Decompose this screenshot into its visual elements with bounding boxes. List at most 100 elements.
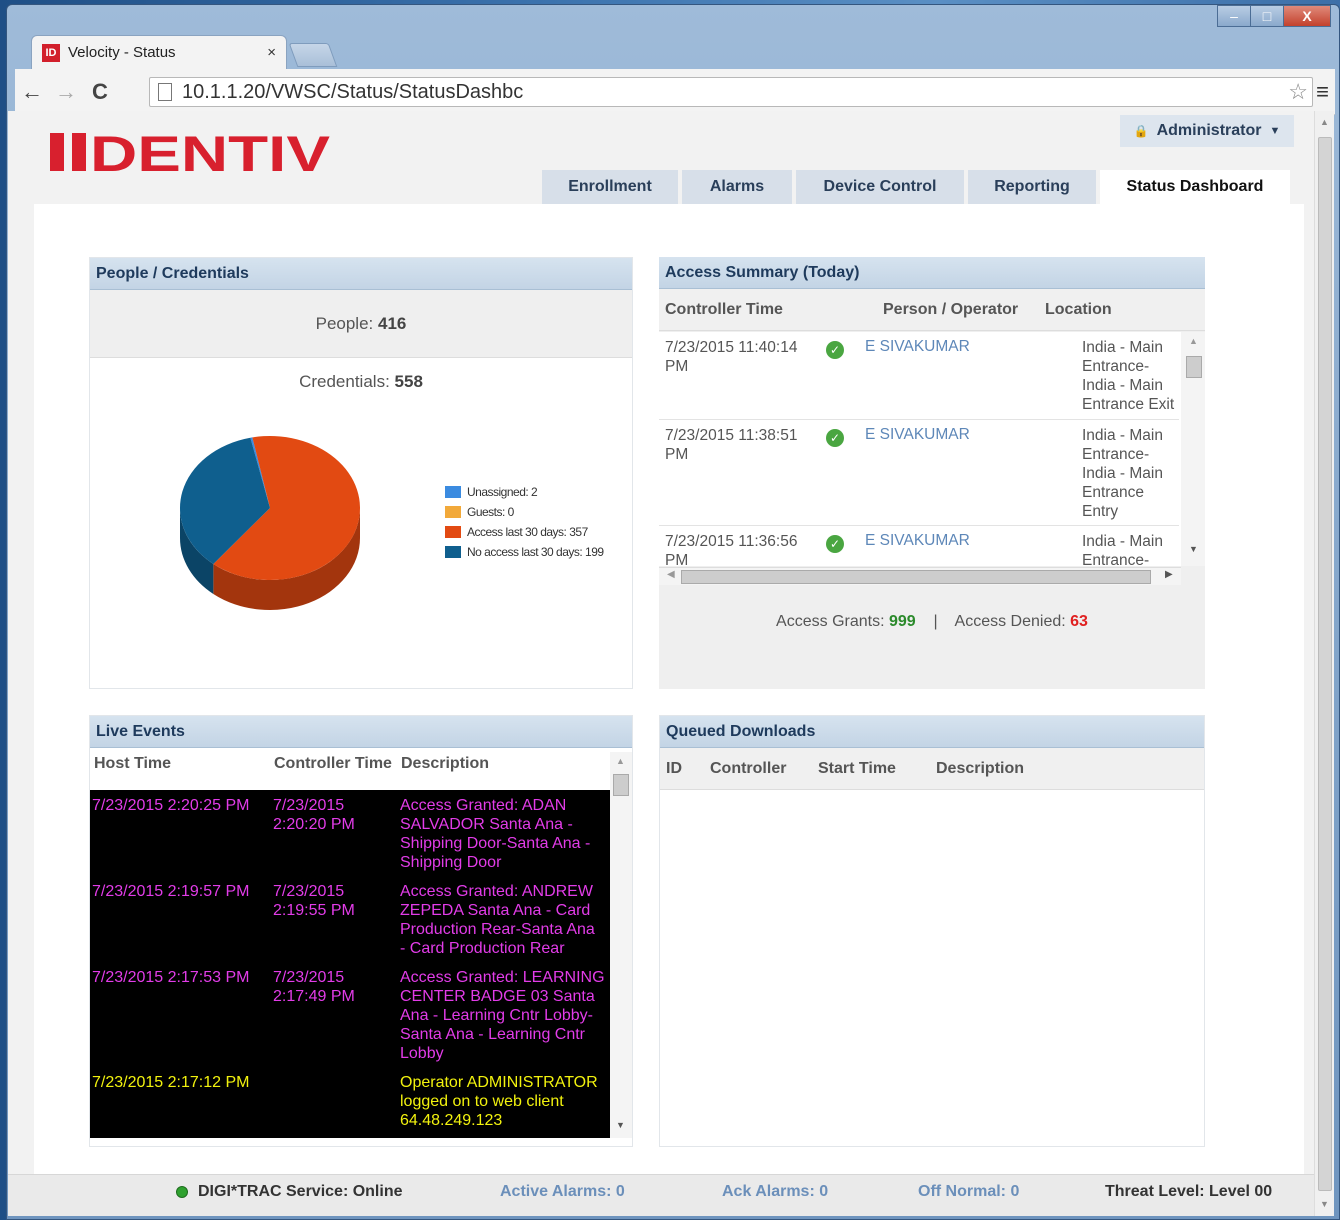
person-link[interactable]: E SIVAKUMAR: [865, 338, 970, 356]
new-tab-button[interactable]: [288, 43, 338, 67]
scroll-left-icon[interactable]: ◀: [667, 569, 675, 580]
col-controller-time: Controller Time: [665, 300, 783, 318]
legend-item: Access last 30 days: 357: [445, 522, 604, 542]
tab-title: Velocity - Status: [68, 44, 176, 61]
row-time: 7/23/2015 11:36:56 PM: [665, 533, 798, 566]
granted-check-icon: ✓: [826, 429, 844, 447]
row-time: 7/23/2015 11:40:14 PM: [665, 339, 798, 375]
tab-alarms[interactable]: Alarms: [682, 170, 792, 204]
minimize-button[interactable]: –: [1217, 5, 1251, 27]
service-status: DIGI*TRAC Service: Online: [176, 1183, 403, 1201]
access-header-row: Controller Time Person / Operator Locati…: [659, 289, 1205, 331]
legend-item: No access last 30 days: 199: [445, 542, 604, 562]
panel-title: Access Summary (Today): [659, 257, 1205, 289]
live-events-panel: Live Events Host Time Controller Time De…: [89, 715, 633, 1147]
favicon-icon: ID: [42, 43, 60, 62]
page-scrollbar[interactable]: ▲ ▼: [1314, 111, 1334, 1216]
access-vertical-scrollbar[interactable]: ▲ ▼: [1181, 332, 1205, 566]
col-description: Description: [401, 755, 490, 772]
svg-text:DENTIV: DENTIV: [90, 129, 331, 175]
address-bar[interactable]: 10.1.1.20/VWSC/Status/StatusDashbc ☆: [149, 77, 1313, 107]
panel-title: Queued Downloads: [660, 716, 1204, 748]
legend-label: No access last 30 days: 199: [467, 545, 604, 559]
dashboard-content: People / Credentials People: 416 Credent…: [34, 204, 1304, 1174]
col-controller-time: Controller Time: [274, 755, 392, 772]
legend-swatch: [445, 486, 461, 498]
row-location: India - Main Entrance- India - Main Entranc…: [1082, 427, 1163, 520]
access-totals: Access Grants: 999 | Access Denied: 63: [776, 613, 1088, 630]
row-time: 7/23/2015 11:38:51 PM: [665, 427, 798, 463]
scroll-down-icon[interactable]: ▼: [1320, 1199, 1329, 1209]
legend-label: Unassigned: 2: [467, 485, 538, 499]
col-start-time: Start Time: [818, 759, 896, 777]
scroll-up-icon[interactable]: ▲: [1320, 117, 1329, 127]
back-arrow-icon[interactable]: ←: [15, 79, 49, 105]
tab-device-control[interactable]: Device Control: [796, 170, 964, 204]
reload-icon[interactable]: C: [83, 79, 117, 105]
pie-legend: Unassigned: 2 Guests: 0 Access last 30 day…: [445, 482, 604, 562]
legend-swatch: [445, 546, 461, 558]
person-link[interactable]: E SIVAKUMAR: [865, 426, 970, 444]
scroll-right-icon[interactable]: ▶: [1165, 569, 1173, 580]
tab-reporting[interactable]: Reporting: [968, 170, 1096, 204]
col-controller: Controller: [710, 759, 787, 777]
forward-arrow-icon[interactable]: →: [49, 79, 83, 105]
panel-title: Live Events: [90, 716, 632, 748]
tab-enrollment[interactable]: Enrollment: [542, 170, 678, 204]
row-location: India - Main Entrance-: [1082, 533, 1163, 566]
legend-swatch: [445, 506, 461, 518]
url-text: 10.1.1.20/VWSC/Status/StatusDashbc: [182, 80, 524, 103]
main-nav: Enrollment Alarms Device Control Reporti…: [542, 170, 1290, 204]
access-list: 7/23/2015 11:40:14 PM ✓ E SIVAKUMAR India…: [659, 332, 1205, 566]
page-icon: [158, 83, 172, 101]
chevron-down-icon: ▼: [1269, 125, 1281, 137]
threat-level: Threat Level: Level 00: [1105, 1183, 1273, 1200]
menu-icon[interactable]: ≡: [1316, 79, 1329, 105]
page-scroll-thumb[interactable]: [1318, 137, 1332, 1191]
scroll-up-icon[interactable]: ▲: [616, 756, 625, 766]
col-id: ID: [666, 759, 682, 777]
maximize-button[interactable]: □: [1250, 5, 1284, 27]
queued-downloads-panel: Queued Downloads ID Controller Start Tim…: [659, 715, 1205, 1147]
close-tab-icon[interactable]: ×: [267, 44, 276, 61]
person-link[interactable]: E SIVAKUMAR: [865, 532, 970, 550]
status-footer: DIGI*TRAC Service: Online Active Alarms:…: [8, 1174, 1314, 1216]
ack-alarms-link[interactable]: Ack Alarms: 0: [722, 1183, 828, 1201]
user-menu[interactable]: 🔒 Administrator ▼: [1120, 115, 1294, 147]
active-alarms-link[interactable]: Active Alarms: 0: [500, 1183, 625, 1201]
off-normal-link[interactable]: Off Normal: 0: [918, 1183, 1019, 1201]
scroll-down-icon[interactable]: ▼: [1189, 544, 1198, 554]
events-list: 7/23/2015 2:20:25 PM 7/23/2015 2:20:20 PM…: [90, 790, 610, 1138]
scroll-down-icon[interactable]: ▼: [616, 1120, 625, 1130]
queued-header-row: ID Controller Start Time Description: [660, 748, 1204, 790]
legend-swatch: [445, 526, 461, 538]
list-item: 7/23/2015 11:38:51 PM ✓ E SIVAKUMAR India…: [659, 420, 1179, 526]
tab-status-dashboard[interactable]: Status Dashboard: [1100, 170, 1290, 204]
scroll-thumb[interactable]: [1186, 356, 1202, 378]
web-page: DENTIV 🔒 Administrator ▼ Enrollment Alar…: [8, 111, 1314, 1216]
user-name: Administrator: [1156, 122, 1262, 139]
col-person: Person / Operator: [883, 300, 1019, 318]
h-scroll-thumb[interactable]: [681, 570, 1151, 584]
col-host-time: Host Time: [94, 755, 172, 772]
bookmark-star-icon[interactable]: ☆: [1288, 79, 1308, 105]
lock-icon: 🔒: [1133, 124, 1149, 138]
col-location: Location: [1045, 300, 1112, 318]
browser-tab[interactable]: ID Velocity - Status ×: [31, 35, 287, 69]
people-credentials-panel: People / Credentials People: 416 Credent…: [89, 257, 633, 689]
identiv-logo: DENTIV: [50, 129, 332, 175]
access-summary-panel: Access Summary (Today) Controller Time P…: [659, 257, 1205, 689]
legend-item: Guests: 0: [445, 502, 604, 522]
scroll-thumb[interactable]: [613, 774, 629, 796]
credentials-pie-chart: [180, 436, 360, 610]
events-vertical-scrollbar[interactable]: ▲ ▼: [610, 752, 632, 1138]
people-count: People: 416: [315, 313, 407, 333]
close-window-button[interactable]: X: [1283, 5, 1331, 27]
denied-count: 63: [1070, 613, 1088, 630]
browser-toolbar: ← → C 10.1.1.20/VWSC/Status/StatusDashbc…: [15, 69, 1335, 115]
horizontal-scrollbar[interactable]: ◀ ▶: [659, 567, 1181, 585]
scroll-up-icon[interactable]: ▲: [1189, 336, 1198, 346]
granted-check-icon: ✓: [826, 535, 844, 553]
people-count-box: People: 416: [90, 290, 632, 358]
panel-title: People / Credentials: [90, 258, 632, 290]
